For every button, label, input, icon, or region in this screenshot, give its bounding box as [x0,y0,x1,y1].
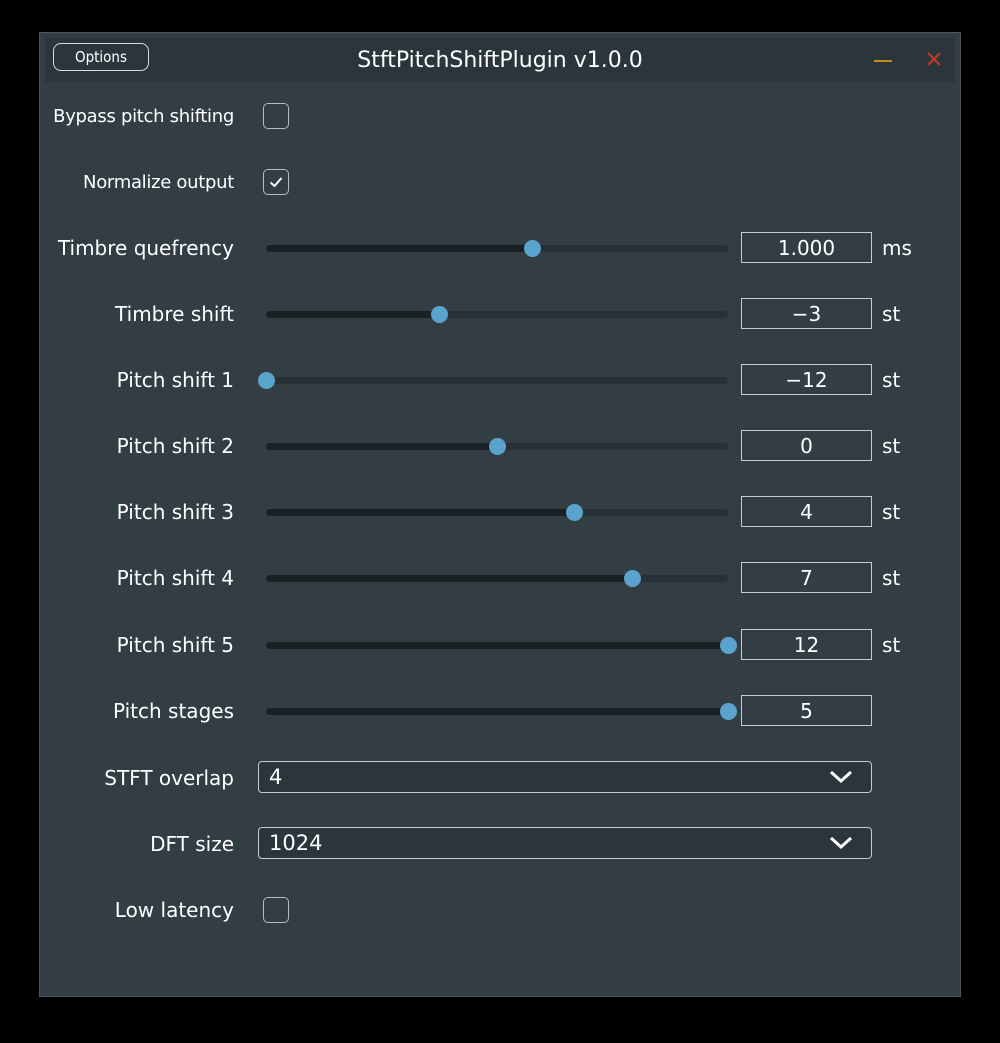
low-latency-checkbox[interactable] [263,897,289,923]
timbre-shift-unit: st [882,302,901,326]
timbre-quefrency-label: Timbre quefrency [57,236,234,260]
pitch-shift-5-slider-fill [266,642,728,649]
pitch-shift-1-label: Pitch shift 1 [116,368,234,392]
pitch-shift-3-slider-fill [266,509,575,516]
pitch-shift-1-slider[interactable] [258,372,728,389]
pitch-shift-1-slider-thumb[interactable] [258,372,275,389]
pitch-stages-label: Pitch stages [113,699,234,723]
pitch-shift-3-slider-thumb[interactable] [566,504,584,521]
close-icon[interactable] [925,50,943,68]
pitch-shift-5-slider-thumb[interactable] [720,637,737,654]
pitch-shift-5-slider[interactable] [266,637,737,654]
timbre-quefrency-value-field[interactable]: 1.000 [741,232,872,263]
dft-size-value: 1024 [269,830,323,855]
pitch-shift-3-label: Pitch shift 3 [116,500,234,524]
timbre-quefrency-unit: ms [882,236,912,260]
timbre-shift-slider[interactable] [266,306,728,323]
pitch-stages-slider-fill [266,708,728,715]
stft-overlap-value: 4 [269,764,283,789]
timbre-quefrency-slider-fill [266,245,532,252]
pitch-shift-3-unit: st [882,500,901,524]
pitch-shift-3-value-field[interactable]: 4 [741,496,872,527]
pitch-shift-2-value-field[interactable]: 0 [741,430,872,461]
stft-overlap-label: STFT overlap [104,766,234,790]
pitch-shift-2-slider-thumb[interactable] [489,438,506,455]
normalize-checkbox[interactable] [263,169,289,195]
timbre-shift-slider-thumb[interactable] [431,306,449,323]
window-title: StftPitchShiftPlugin v1.0.0 [357,47,643,73]
pitch-shift-2-unit: st [882,434,901,458]
normalize-label: Normalize output [83,171,234,193]
pitch-shift-4-unit: st [882,566,901,590]
minimize-icon[interactable] [874,60,892,62]
dft-size-label: DFT size [150,832,234,856]
pitch-shift-1-unit: st [882,368,901,392]
pitch-stages-value-field[interactable]: 5 [741,695,872,726]
stft-overlap-dropdown[interactable]: 4 [258,761,872,793]
pitch-stages-slider[interactable] [266,703,737,720]
plugin-window: Options StftPitchShiftPlugin v1.0.0 Bypa… [39,32,961,997]
pitch-shift-5-value-field[interactable]: 12 [741,629,872,660]
pitch-shift-2-label: Pitch shift 2 [116,434,234,458]
bypass-checkbox[interactable] [263,103,289,129]
chevron-down-icon [829,836,853,850]
low-latency-label: Low latency [114,898,234,922]
pitch-shift-1-value-field[interactable]: −12 [741,364,872,395]
pitch-shift-4-value-field[interactable]: 7 [741,562,872,593]
bypass-label: Bypass pitch shifting [53,105,234,127]
pitch-shift-4-slider[interactable] [266,570,728,587]
pitch-stages-slider-thumb[interactable] [720,703,737,720]
pitch-shift-4-slider-fill [266,575,632,582]
pitch-shift-4-slider-thumb[interactable] [623,570,641,587]
pitch-shift-4-label: Pitch shift 4 [116,566,234,590]
dft-size-dropdown[interactable]: 1024 [258,827,872,859]
chevron-down-icon [829,770,853,784]
pitch-shift-3-slider[interactable] [266,504,728,521]
title-bar: Options StftPitchShiftPlugin v1.0.0 [45,38,955,82]
pitch-shift-5-label: Pitch shift 5 [116,633,234,657]
timbre-shift-slider-fill [266,311,440,318]
options-button[interactable]: Options [53,43,149,71]
timbre-quefrency-slider[interactable] [266,240,728,257]
pitch-shift-2-slider[interactable] [266,438,728,455]
check-icon [269,177,283,188]
pitch-shift-5-unit: st [882,633,901,657]
timbre-shift-value-field[interactable]: −3 [741,298,872,329]
pitch-shift-2-slider-fill [266,443,497,450]
timbre-shift-label: Timbre shift [115,302,234,326]
timbre-quefrency-slider-thumb[interactable] [523,240,541,257]
